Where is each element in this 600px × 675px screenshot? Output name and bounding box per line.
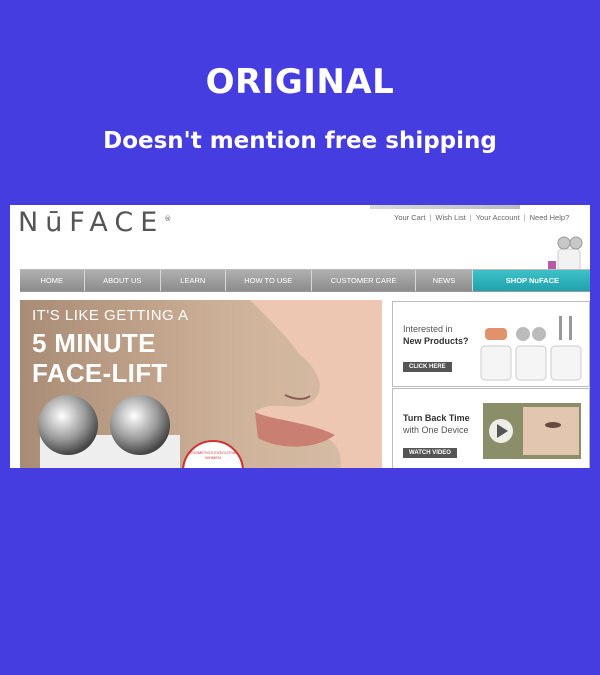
hero-line-3: FACE-LIFT [32, 358, 168, 388]
page-title: ORIGINAL [205, 62, 395, 102]
promo-watch-video[interactable]: Turn Back Time with One Device WATCH VID… [392, 388, 590, 468]
promo2-line-1: Turn Back Time [403, 413, 470, 423]
nav-customer-care[interactable]: CUSTOMER CARE [311, 270, 417, 291]
hero-banner[interactable]: IT'S LIKE GETTING A 5 MINUTE FACE-LIFT C… [20, 300, 382, 468]
cart-link[interactable]: Your Cart [394, 213, 425, 222]
products-image [480, 316, 582, 381]
site-logo-text: NūFACE [18, 207, 165, 238]
promo2-line-2: with One Device [403, 425, 469, 435]
promo1-line-2: New Products? [403, 336, 469, 346]
promo1-line-1: Interested in [403, 324, 453, 334]
award-badge-text: COSMETICS EXECUTIVE WOMEN [189, 450, 237, 460]
nav-news[interactable]: NEWS [416, 270, 473, 291]
nav-shop-nuface[interactable]: SHOP NuFACE [472, 270, 590, 291]
account-link[interactable]: Your Account [476, 213, 520, 222]
page-subtitle: Doesn't mention free shipping [103, 128, 497, 154]
site-logo[interactable]: NūFACE® [18, 207, 171, 238]
help-link[interactable]: Need Help? [530, 213, 570, 222]
nav-learn[interactable]: LEARN [161, 270, 226, 291]
video-thumbnail[interactable] [483, 403, 581, 459]
hero-line-2: 5 MINUTE [32, 328, 156, 358]
hero-line-1: IT'S LIKE GETTING A [32, 307, 189, 324]
nav-home[interactable]: HOME [20, 270, 85, 291]
face-image [250, 300, 382, 468]
website-screenshot: NūFACE® Your Cart | Wish List | Your Account… [10, 205, 590, 468]
nav-about-us[interactable]: ABOUT US [84, 270, 162, 291]
watch-video-button[interactable]: WATCH VIDEO [403, 448, 457, 458]
promo-new-products[interactable]: Interested in New Products? CLICK HERE [392, 301, 590, 387]
wish-list-link[interactable]: Wish List [435, 213, 465, 222]
top-strip [370, 205, 520, 209]
device-orbs-image [38, 395, 180, 468]
click-here-button[interactable]: CLICK HERE [403, 362, 452, 372]
top-links: Your Cart | Wish List | Your Account | Need He… [394, 213, 570, 222]
nav-how-to-use[interactable]: HOW TO USE [225, 270, 312, 291]
main-nav: HOME ABOUT US LEARN HOW TO USE CUSTOMER … [20, 269, 590, 292]
